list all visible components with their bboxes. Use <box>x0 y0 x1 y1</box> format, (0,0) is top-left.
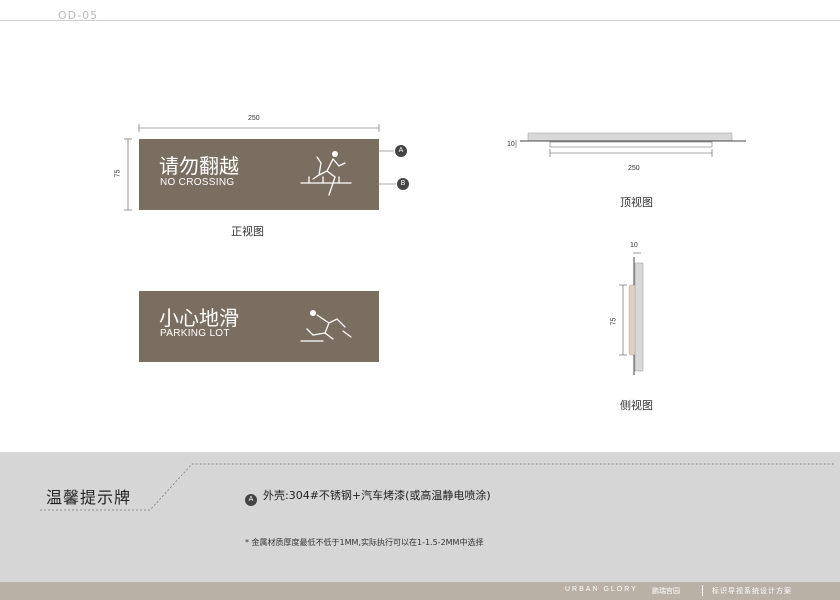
footer-logo: 鹏瑞宫园 <box>652 587 680 595</box>
side-view-caption: 侧视图 <box>620 399 653 412</box>
side-thickness-dim: 10 <box>630 242 638 249</box>
footer-separator <box>702 585 703 596</box>
sign-title-en: NO CROSSING <box>160 177 235 188</box>
footer-project-title: 标识导视系统设计方案 <box>712 587 792 595</box>
side-view-drawing <box>619 252 644 375</box>
material-text: 外壳:304#不锈钢+汽车烤漆(或高温静电喷涂) <box>263 489 491 502</box>
top-thickness-dim: 10 <box>507 141 515 148</box>
material-spec: A 外壳:304#不锈钢+汽车烤漆(或高温静电喷涂) <box>245 487 491 506</box>
top-view-caption: 顶视图 <box>620 196 653 209</box>
front-view-caption: 正视图 <box>231 225 264 238</box>
sign-title-cn: 请勿翻越 <box>159 154 239 178</box>
callout-b: B <box>397 178 409 190</box>
no-crossing-icon <box>300 151 352 196</box>
sign-variant-title-cn: 小心地滑 <box>159 306 239 330</box>
slippery-icon <box>300 310 352 342</box>
front-height-dim: 75 <box>114 169 122 178</box>
header-rule <box>0 20 840 21</box>
callout-a: A <box>395 145 407 157</box>
sign-variant-title-en: PARKING LOT <box>160 328 230 339</box>
sign-no-crossing: 请勿翻越 NO CROSSING <box>139 139 379 210</box>
front-width-dim: 250 <box>248 115 260 122</box>
footer-brand: URBAN GLORY <box>565 586 638 593</box>
sign-slippery: 小心地滑 PARKING LOT <box>139 291 379 362</box>
material-note: * 金属材质厚度最低不低于1MM,实际执行可以在1-1.5-2MM中选择 <box>245 538 484 547</box>
top-width-dim: 250 <box>628 165 640 172</box>
material-marker: A <box>245 494 257 506</box>
side-height-dim: 75 <box>610 317 618 326</box>
section-title: 温馨提示牌 <box>46 488 132 507</box>
info-band-decoration <box>40 463 835 511</box>
